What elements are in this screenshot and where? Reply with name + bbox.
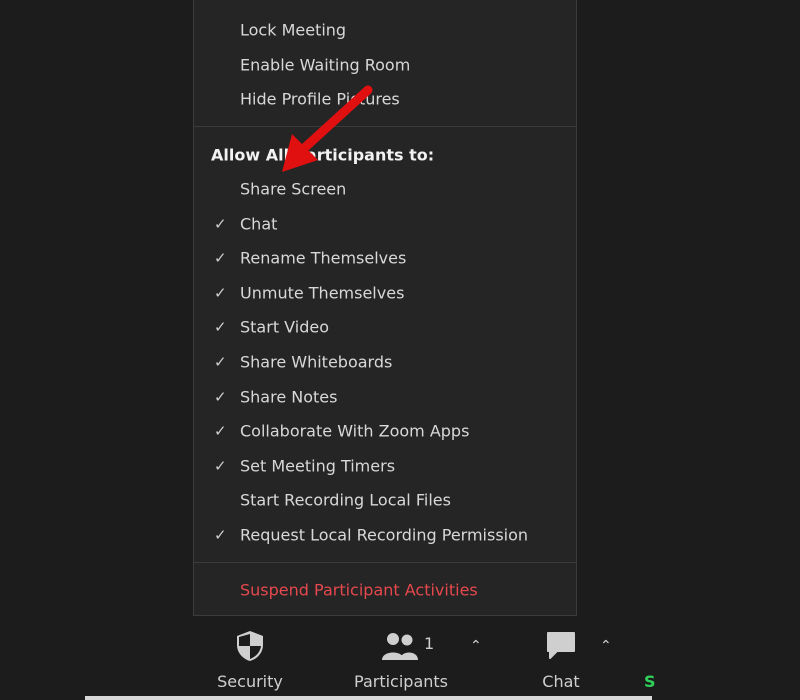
checkmark-icon: ✓ — [214, 353, 227, 371]
checkmark-icon: ✓ — [214, 456, 227, 475]
permission-item[interactable]: Share Whiteboards — [240, 353, 392, 372]
share-screen-label-partial[interactable]: S — [644, 672, 656, 691]
checkmark-icon: ✓ — [214, 387, 227, 406]
security-menu: Lock Meeting Enable Waiting Room Hide Pr… — [193, 0, 577, 616]
checkmark-icon: ✓ — [214, 214, 227, 233]
participants-count: 1 — [424, 634, 435, 653]
checkmark-icon: ✓ — [214, 526, 227, 544]
menu-item-suspend-participant-activities[interactable]: Suspend Participant Activities — [240, 581, 478, 600]
chat-bubble-icon — [547, 632, 575, 659]
participants-icon — [382, 633, 418, 660]
permission-item[interactable]: Set Meeting Timers — [240, 456, 395, 475]
permission-item[interactable]: Chat — [240, 214, 277, 233]
security-label: Security — [217, 672, 283, 691]
menu-divider — [194, 126, 576, 127]
participants-button[interactable]: 1 Participants — [354, 630, 448, 691]
checkmark-icon: ✓ — [214, 283, 227, 302]
chat-caret-up-icon[interactable]: ⌃ — [600, 638, 612, 654]
checkmark-icon: ✓ — [214, 318, 227, 337]
checkmark-icon: ✓ — [214, 249, 227, 268]
permission-item[interactable]: Request Local Recording Permission — [240, 526, 528, 545]
permission-item[interactable]: Rename Themselves — [240, 249, 406, 268]
toolbar-bottom-edge — [85, 696, 652, 700]
participants-caret-up-icon[interactable]: ⌃ — [470, 638, 482, 654]
menu-item-enable-waiting-room[interactable]: Enable Waiting Room — [240, 56, 410, 75]
permission-item[interactable]: Unmute Themselves — [240, 283, 404, 302]
permission-item[interactable]: Start Video — [240, 318, 329, 337]
security-button[interactable]: Security — [217, 630, 283, 691]
checkmark-icon: ✓ — [214, 422, 227, 441]
section-header: Allow All Participants to: — [211, 145, 435, 165]
permission-item[interactable]: Start Recording Local Files — [240, 491, 451, 510]
chat-label: Chat — [542, 672, 580, 691]
participants-label: Participants — [354, 672, 448, 691]
permission-item[interactable]: Share Notes — [240, 387, 337, 406]
permission-item[interactable]: Collaborate With Zoom Apps — [240, 422, 469, 441]
shield-icon — [237, 631, 263, 661]
chat-button[interactable]: Chat — [540, 630, 582, 691]
menu-item-hide-profile-pictures[interactable]: Hide Profile Pictures — [240, 90, 400, 109]
permission-item[interactable]: Share Screen — [240, 180, 346, 199]
menu-divider — [194, 562, 576, 563]
menu-item-lock-meeting[interactable]: Lock Meeting — [240, 21, 346, 40]
